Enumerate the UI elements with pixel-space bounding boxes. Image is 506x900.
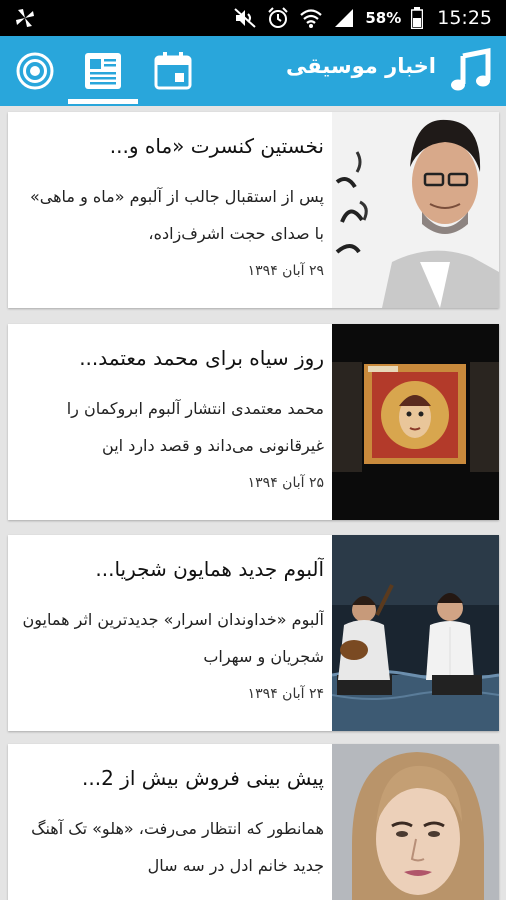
- news-card[interactable]: آلبوم جدید همایون شجریا... آلبوم «خداوند…: [8, 535, 499, 731]
- music-note-icon: [451, 48, 491, 91]
- tab-indicator: [68, 99, 138, 104]
- newspaper-icon: [85, 53, 121, 89]
- news-text: نخستین کنسرت «ماه و... پس از استقبال جال…: [8, 112, 332, 308]
- news-date: ۲۴ آبان ۱۳۹۴: [247, 686, 324, 702]
- news-card[interactable]: نخستین کنسرت «ماه و... پس از استقبال جال…: [8, 112, 499, 308]
- mute-icon: [234, 8, 256, 28]
- news-title: نخستین کنسرت «ماه و...: [109, 134, 324, 158]
- battery-percent: 58%: [365, 9, 402, 27]
- app-title: اخبار موسیقی: [286, 54, 436, 78]
- wifi-icon: [300, 9, 323, 28]
- news-summary: آلبوم «خداوندان اسرار» جدیدترین اثر همای…: [22, 610, 325, 666]
- news-text: آلبوم جدید همایون شجریا... آلبوم «خداوند…: [8, 535, 332, 731]
- news-title: روز سیاه برای محمد معتمد...: [79, 346, 324, 370]
- news-thumbnail: [332, 324, 499, 520]
- tab-news[interactable]: [68, 36, 138, 106]
- news-text: پیش بینی فروش بیش از 2... همانطور که انت…: [8, 744, 332, 900]
- news-summary: محمد معتمدی انتشار آلبوم ابروکمان را غیر…: [66, 399, 324, 455]
- calendar-icon: [154, 52, 192, 90]
- news-thumbnail: [332, 535, 499, 731]
- signal-icon: [335, 9, 354, 27]
- app-bar: اخبار موسیقی: [0, 36, 506, 106]
- news-text: روز سیاه برای محمد معتمد... محمد معتمدی …: [8, 324, 332, 520]
- news-title: آلبوم جدید همایون شجریا...: [95, 557, 324, 581]
- news-thumbnail: [332, 112, 499, 308]
- status-bar: 58% 15:25: [0, 0, 506, 36]
- news-date: ۲۹ آبان ۱۳۹۴: [247, 263, 324, 279]
- news-title: پیش بینی فروش بیش از 2...: [82, 766, 324, 790]
- news-card[interactable]: پیش بینی فروش بیش از 2... همانطور که انت…: [8, 744, 499, 900]
- news-summary: همانطور که انتظار می‌رفت، «هلو» تک آهنگ …: [31, 819, 324, 875]
- tab-radio[interactable]: [0, 36, 70, 106]
- radio-icon: [16, 52, 54, 90]
- news-list: نخستین کنسرت «ماه و... پس از استقبال جال…: [0, 106, 506, 900]
- tab-calendar[interactable]: [138, 36, 208, 106]
- news-summary: پس از استقبال جالب از آلبوم «ماه و ماهی»…: [29, 187, 324, 243]
- clock: 15:25: [437, 7, 492, 29]
- battery-icon: [411, 7, 424, 29]
- news-thumbnail: [332, 744, 499, 900]
- news-date: ۲۵ آبان ۱۳۹۴: [247, 475, 324, 491]
- pinwheel-icon: [16, 9, 34, 27]
- alarm-icon: [268, 7, 289, 28]
- news-card[interactable]: روز سیاه برای محمد معتمد... محمد معتمدی …: [8, 324, 499, 520]
